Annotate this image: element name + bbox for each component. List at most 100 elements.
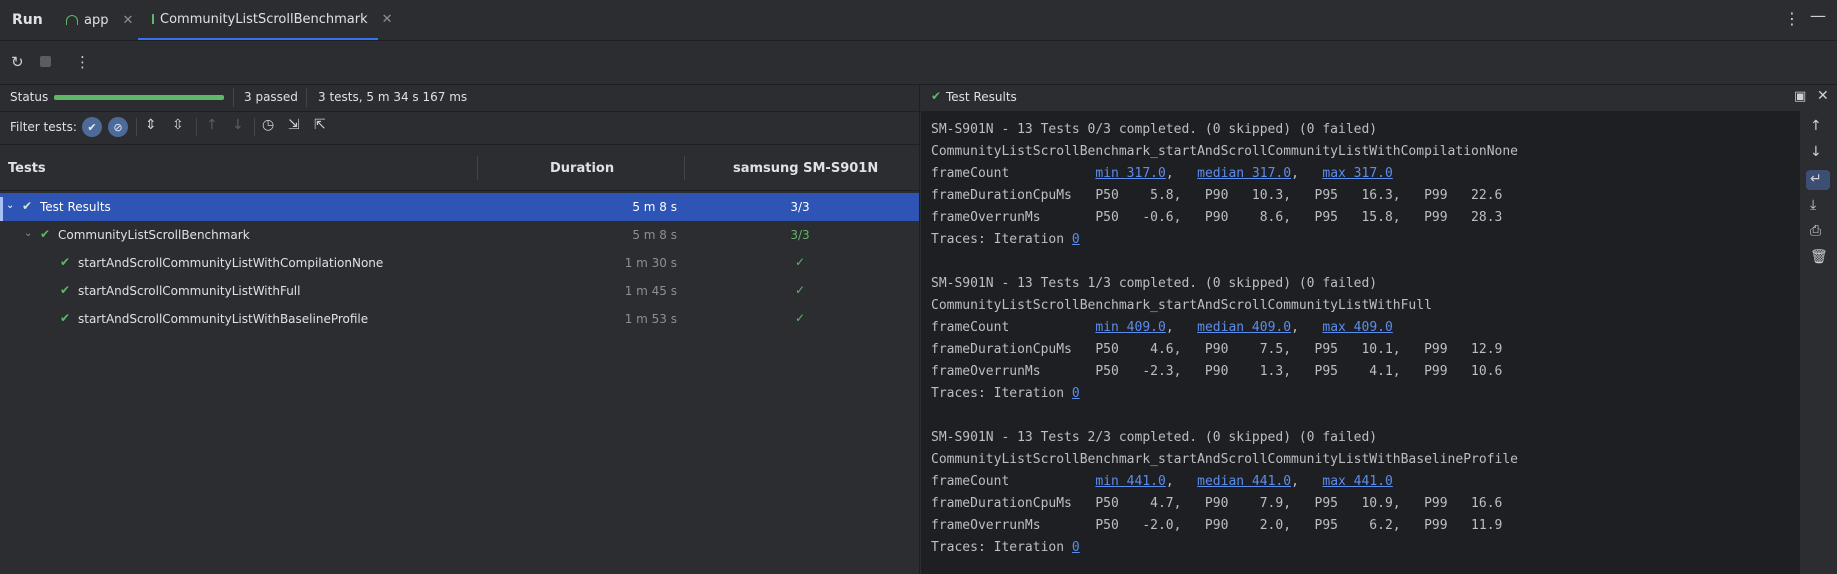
console-line-framecount: frameCount min 409.0, median 409.0, max … xyxy=(931,320,1393,335)
show-passed-toggle-icon[interactable]: ✔ xyxy=(82,117,102,137)
check-icon: ✔ xyxy=(60,311,71,325)
check-icon: ✔ xyxy=(22,199,33,213)
console-line-test: CommunityListScrollBenchmark_startAndScr… xyxy=(931,298,1432,313)
column-divider[interactable] xyxy=(477,156,478,180)
test-result: 3/3 xyxy=(790,228,810,242)
selection-indicator xyxy=(0,197,3,221)
android-icon xyxy=(66,15,78,25)
test-result: ✓ xyxy=(794,283,806,297)
test-result: ✓ xyxy=(794,311,806,325)
column-tests[interactable]: Tests xyxy=(8,161,46,176)
layout-icon[interactable]: ▣ xyxy=(1794,89,1806,104)
column-device[interactable]: samsung SM-S901N xyxy=(733,161,878,176)
divider xyxy=(136,118,137,136)
traces-label: Traces: Iteration xyxy=(931,540,1072,555)
previous-failed-icon[interactable]: ↑ xyxy=(206,117,218,133)
table-row[interactable]: ✔ startAndScrollCommunityListWithBaselin… xyxy=(0,305,919,333)
rerun-icon[interactable]: ↻ xyxy=(11,53,24,71)
more-icon[interactable]: ⋮ xyxy=(1784,9,1800,28)
scroll-down-icon[interactable]: ↓ xyxy=(1810,144,1822,160)
progress-bar xyxy=(54,95,224,100)
median-link[interactable]: median 317.0 xyxy=(1197,166,1291,181)
import-tests-icon[interactable]: ⇲ xyxy=(288,117,300,133)
check-icon: ✔ xyxy=(931,89,942,103)
test-result: ✓ xyxy=(794,255,806,269)
tab-community-list-scroll-benchmark[interactable]: CommunityListScrollBenchmark ✕ xyxy=(138,0,393,40)
column-divider[interactable] xyxy=(684,156,685,180)
results-title: Test Results xyxy=(946,90,1017,104)
test-duration: 5 m 8 s xyxy=(632,228,677,242)
more-icon[interactable]: ⋮ xyxy=(75,53,90,71)
test-name: CommunityListScrollBenchmark xyxy=(58,228,250,242)
trash-icon[interactable]: 🗑 xyxy=(1810,249,1828,265)
chevron-down-icon[interactable]: ⌄ xyxy=(6,200,14,211)
soft-wrap-icon[interactable]: ↵ xyxy=(1810,171,1822,187)
chevron-down-icon[interactable]: ⌄ xyxy=(24,228,32,239)
filter-label: Filter tests: xyxy=(10,120,77,134)
metric-label: frameCount xyxy=(931,474,1096,489)
next-failed-icon[interactable]: ↓ xyxy=(232,117,244,133)
iteration-link[interactable]: 0 xyxy=(1072,232,1080,247)
history-icon[interactable]: ◷ xyxy=(262,117,274,133)
minimize-icon[interactable]: — xyxy=(1810,6,1826,25)
column-duration[interactable]: Duration xyxy=(550,161,614,176)
export-tests-icon[interactable]: ⇱ xyxy=(314,117,326,133)
min-link[interactable]: min 409.0 xyxy=(1095,320,1165,335)
min-link[interactable]: min 441.0 xyxy=(1095,474,1165,489)
filter-bar xyxy=(0,111,919,145)
run-toolbar xyxy=(0,41,1837,85)
console-line-framecount: frameCount min 317.0, median 317.0, max … xyxy=(931,166,1393,181)
table-row-test-results[interactable]: ⌄ ✔ Test Results 5 m 8 s 3/3 xyxy=(0,193,919,221)
median-link[interactable]: median 409.0 xyxy=(1197,320,1291,335)
test-name: startAndScrollCommunityListWithFull xyxy=(78,284,301,298)
results-header xyxy=(921,85,1837,110)
traces-label: Traces: Iteration xyxy=(931,386,1072,401)
test-duration: 1 m 53 s xyxy=(624,312,677,326)
expand-all-icon[interactable]: ⇕ xyxy=(145,117,157,133)
collapse-all-icon[interactable]: ⇳ xyxy=(172,117,184,133)
progress-fill xyxy=(54,95,224,100)
passed-count: 3 passed xyxy=(244,90,298,104)
console-line-cpu: frameDurationCpuMs P50 4.6, P90 7.5, P95… xyxy=(931,342,1503,357)
console-line-test: CommunityListScrollBenchmark_startAndScr… xyxy=(931,452,1518,467)
show-ignored-toggle-icon[interactable]: ⊘ xyxy=(108,117,128,137)
check-icon: ✔ xyxy=(40,227,51,241)
scroll-to-end-icon[interactable]: ⤓ xyxy=(1810,197,1816,213)
close-icon[interactable]: ✕ xyxy=(1817,88,1829,104)
divider xyxy=(196,118,197,136)
table-row-benchmark-class[interactable]: ⌄ ✔ CommunityListScrollBenchmark 5 m 8 s… xyxy=(0,221,919,249)
console-line-overrun: frameOverrunMs P50 -2.3, P90 1.3, P95 4.… xyxy=(931,364,1503,379)
console-line-cpu: frameDurationCpuMs P50 5.8, P90 10.3, P9… xyxy=(931,188,1503,203)
iteration-link[interactable]: 0 xyxy=(1072,386,1080,401)
max-link[interactable]: max 317.0 xyxy=(1322,166,1392,181)
close-icon[interactable]: ✕ xyxy=(122,13,133,28)
console-line-device: SM-S901N - 13 Tests 1/3 completed. (0 sk… xyxy=(931,276,1378,291)
console-line-device: SM-S901N - 13 Tests 0/3 completed. (0 sk… xyxy=(931,122,1378,137)
console-line-overrun: frameOverrunMs P50 -0.6, P90 8.6, P95 15… xyxy=(931,210,1503,225)
min-link[interactable]: min 317.0 xyxy=(1095,166,1165,181)
metric-label: frameCount xyxy=(931,320,1096,335)
table-row[interactable]: ✔ startAndScrollCommunityListWithCompila… xyxy=(0,249,919,277)
max-link[interactable]: max 441.0 xyxy=(1322,474,1392,489)
median-link[interactable]: median 441.0 xyxy=(1197,474,1291,489)
console-line-traces: Traces: Iteration 0 xyxy=(931,540,1080,555)
test-name: startAndScrollCommunityListWithCompilati… xyxy=(78,256,384,270)
iteration-link[interactable]: 0 xyxy=(1072,540,1080,555)
console-line-test: CommunityListScrollBenchmark_startAndScr… xyxy=(931,144,1518,159)
console-line-cpu: frameDurationCpuMs P50 4.7, P90 7.9, P95… xyxy=(931,496,1503,511)
traces-label: Traces: Iteration xyxy=(931,232,1072,247)
close-icon[interactable]: ✕ xyxy=(382,12,393,27)
console-line-overrun: frameOverrunMs P50 -2.0, P90 2.0, P95 6.… xyxy=(931,518,1503,533)
status-label: Status xyxy=(10,90,49,104)
metric-label: frameCount xyxy=(931,166,1096,181)
test-duration: 1 m 45 s xyxy=(624,284,677,298)
table-row[interactable]: ✔ startAndScrollCommunityListWithFull 1 … xyxy=(0,277,919,305)
tab-app[interactable]: app ✕ xyxy=(66,0,133,40)
test-summary: 3 tests, 5 m 34 s 167 ms xyxy=(318,90,468,104)
scroll-up-icon[interactable]: ↑ xyxy=(1810,118,1822,134)
stop-icon[interactable] xyxy=(40,56,51,67)
tab-label: CommunityListScrollBenchmark xyxy=(160,11,368,27)
android-icon xyxy=(152,14,154,24)
print-icon[interactable]: ⎙ xyxy=(1810,223,1821,239)
max-link[interactable]: max 409.0 xyxy=(1322,320,1392,335)
